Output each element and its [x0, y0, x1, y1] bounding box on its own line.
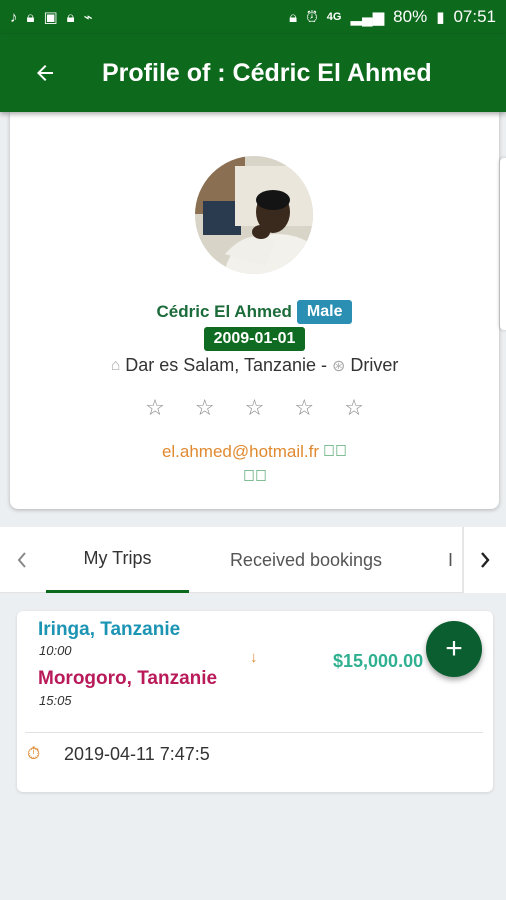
role-text: Driver: [350, 355, 399, 375]
divider: [25, 732, 483, 733]
trip-to-time: 15:05: [39, 693, 72, 708]
verified-check-icon: ✓⃝: [243, 468, 267, 485]
trip-card[interactable]: Iringa, Tanzanie 10:00 ↓ Morogoro, Tanza…: [17, 611, 493, 792]
tab-received-bookings[interactable]: Received bookings: [212, 527, 400, 593]
email-link[interactable]: el.ahmed@hotmail.fr: [162, 442, 319, 462]
lock-icon: 🔒︎: [66, 8, 75, 26]
location-text: Dar es Salam, Tanzanie -: [125, 355, 328, 375]
back-button[interactable]: [22, 50, 68, 96]
steering-wheel-icon: ⊛: [332, 357, 346, 375]
trip-from-city: Iringa, Tanzanie: [38, 619, 181, 640]
plus-icon: +: [445, 632, 463, 665]
email-row: el.ahmed@hotmail.fr ✓⃝: [10, 442, 499, 462]
status-left-icons: ♪ 🔒︎ ▣ 🔒︎ ⌁: [10, 10, 93, 25]
status-bar: ♪ 🔒︎ ▣ 🔒︎ ⌁ 🔒︎ ⏰︎ 4G ▂▄▆ 80% ▮ 07:51: [0, 0, 506, 34]
trip-from-time: 10:00: [39, 643, 72, 658]
star-icon[interactable]: ☆: [195, 395, 215, 421]
star-icon[interactable]: ☆: [294, 395, 314, 421]
rating-stars: ☆ ☆ ☆ ☆ ☆: [10, 395, 499, 421]
star-icon[interactable]: ☆: [245, 395, 265, 421]
arrow-back-icon: [37, 65, 53, 81]
lock-icon: 🔒︎: [289, 8, 298, 26]
battery-level: 80%: [393, 7, 428, 26]
birthdate-badge: 2009-01-01: [203, 327, 306, 351]
avatar[interactable]: [195, 156, 313, 274]
verified-check-icon: ✓⃝: [323, 443, 348, 460]
trip-date: 2019-04-11 7:47:5: [64, 744, 210, 764]
star-icon[interactable]: ☆: [344, 395, 364, 421]
battery-icon: ▮: [436, 8, 445, 26]
trip-price: $15,000.00: [333, 651, 424, 671]
image-icon: ▣: [43, 8, 58, 26]
signal-icon: ▂▄▆: [350, 8, 385, 26]
tab-scroll-right-button[interactable]: [462, 527, 506, 593]
status-time: 07:51: [453, 7, 496, 26]
status-right-icons: 🔒︎ ⏰︎ 4G ▂▄▆ 80% ▮ 07:51: [289, 7, 496, 27]
tab-scroll-left-button[interactable]: [0, 527, 44, 593]
dob-row: 2009-01-01: [10, 327, 499, 351]
timer-icon: ⏱︎: [27, 744, 41, 763]
music-note-icon: ♪: [10, 8, 18, 26]
avatar-photo: [195, 156, 313, 274]
add-trip-button[interactable]: +: [426, 621, 482, 677]
home-icon: ⌂: [110, 356, 121, 374]
page-title: Profile of : Cédric El Ahmed: [102, 58, 432, 87]
chevron-left-icon: [17, 552, 26, 568]
activity-icon: ⌁: [83, 8, 93, 26]
tab-bar: My Trips Received bookings I: [0, 527, 506, 593]
profile-name: Cédric El Ahmed: [156, 302, 292, 321]
chevron-right-icon: [481, 552, 490, 568]
trip-to-city: Morogoro, Tanzanie: [38, 668, 218, 689]
tab-my-trips[interactable]: My Trips: [46, 527, 189, 593]
lock-icon: 🔒︎: [26, 8, 35, 26]
arrow-down-icon: ↓: [250, 649, 258, 666]
location-row: ⌂ Dar es Salam, Tanzanie - ⊛ Driver: [10, 355, 499, 376]
star-icon[interactable]: ☆: [145, 395, 165, 421]
network-type: 4G: [326, 10, 342, 23]
alarm-icon: ⏰︎: [306, 8, 318, 26]
tab-next-partial[interactable]: I: [448, 527, 460, 593]
scroll-handle[interactable]: [500, 158, 506, 330]
profile-card: Cédric El Ahmed Male 2009-01-01 ⌂ Dar es…: [10, 112, 499, 509]
gender-badge: Male: [296, 300, 353, 324]
name-row: Cédric El Ahmed Male: [10, 300, 499, 324]
app-bar: Profile of : Cédric El Ahmed: [0, 34, 506, 112]
